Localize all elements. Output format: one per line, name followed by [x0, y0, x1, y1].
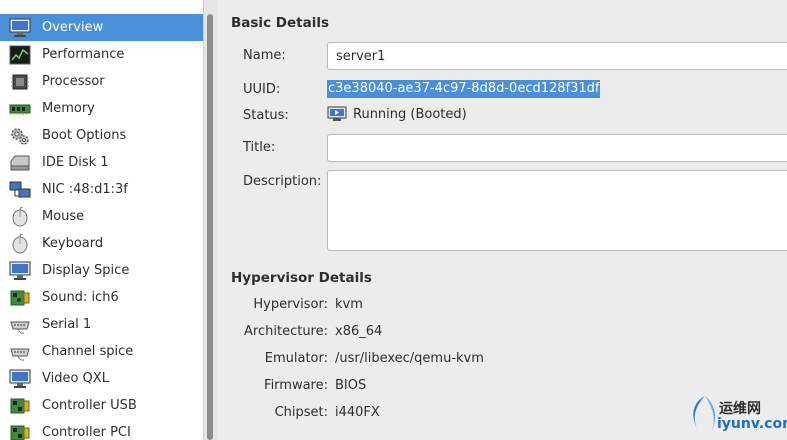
- chipset-label: Chipset:: [274, 405, 328, 420]
- sidebar-item-sound[interactable]: Sound: ich6: [0, 284, 203, 311]
- gears-icon: [8, 125, 32, 147]
- display-icon: [8, 260, 32, 282]
- firmware-label: Firmware:: [264, 378, 328, 393]
- name-label: Name:: [243, 48, 286, 63]
- name-input-value: server1: [336, 48, 386, 64]
- controller-card-icon: [8, 422, 32, 440]
- sidebar-scrollbar[interactable]: [203, 0, 217, 440]
- hard-disk-icon: [8, 152, 32, 174]
- sidebar-item-memory[interactable]: Memory: [0, 95, 203, 122]
- basic-details-title: Basic Details: [231, 15, 329, 31]
- uuid-label: UUID:: [243, 82, 281, 97]
- sidebar-item-processor[interactable]: Processor: [0, 68, 203, 95]
- description-textarea[interactable]: [327, 170, 787, 251]
- hypervisor-details-title: Hypervisor Details: [231, 270, 372, 286]
- description-label: Description:: [243, 174, 322, 189]
- keyboard-icon: [8, 233, 32, 255]
- hardware-list: Overview Performance Processor Memory Bo…: [0, 0, 203, 440]
- watermark-en-text: iyunv.com: [717, 416, 787, 432]
- sound-card-icon: [8, 287, 32, 309]
- cpu-chip-icon: [8, 71, 32, 93]
- performance-graph-icon: [8, 44, 32, 66]
- video-card-icon: [8, 368, 32, 390]
- sidebar-item-keyboard[interactable]: Keyboard: [0, 230, 203, 257]
- sidebar-item-performance[interactable]: Performance: [0, 41, 203, 68]
- sidebar-item-nic[interactable]: NIC :48:d1:3f: [0, 176, 203, 203]
- emulator-label: Emulator:: [264, 351, 328, 366]
- name-input[interactable]: server1: [327, 42, 787, 70]
- sidebar-item-serial[interactable]: Serial 1: [0, 311, 203, 338]
- sidebar-item-channel-spice[interactable]: Channel spice: [0, 338, 203, 365]
- sidebar-item-overview[interactable]: Overview: [0, 14, 203, 41]
- status-value: Running (Booted): [353, 106, 467, 122]
- status-indicator: Running (Booted): [327, 106, 467, 122]
- mouse-icon: [8, 206, 32, 228]
- architecture-value: x86_64: [335, 324, 383, 339]
- serial-port-icon: [8, 314, 32, 336]
- watermark: 运维网 iyunv.com: [685, 392, 787, 438]
- monitor-icon: [8, 17, 32, 39]
- sidebar-item-ide-disk[interactable]: IDE Disk 1: [0, 149, 203, 176]
- emulator-value: /usr/libexec/qemu-kvm: [335, 351, 484, 366]
- channel-icon: [8, 341, 32, 363]
- chipset-value: i440FX: [335, 405, 380, 420]
- memory-stick-icon: [8, 98, 32, 120]
- sidebar-item-controller-pci[interactable]: Controller PCI: [0, 419, 203, 440]
- hypervisor-label: Hypervisor:: [253, 297, 328, 312]
- sidebar-item-mouse[interactable]: Mouse: [0, 203, 203, 230]
- firmware-value: BIOS: [335, 378, 367, 393]
- network-icon: [8, 179, 32, 201]
- sidebar-item-boot-options[interactable]: Boot Options: [0, 122, 203, 149]
- sidebar-item-controller-usb[interactable]: Controller USB: [0, 392, 203, 419]
- sidebar-item-video-qxl[interactable]: Video QXL: [0, 365, 203, 392]
- watermark-cn-text: 运维网: [719, 401, 761, 417]
- title-input[interactable]: [327, 134, 787, 162]
- hypervisor-value: kvm: [335, 297, 363, 312]
- scrollbar-thumb[interactable]: [207, 14, 213, 440]
- running-vm-icon: [327, 106, 347, 121]
- title-label: Title:: [243, 140, 276, 155]
- controller-card-icon: [8, 395, 32, 417]
- uuid-value[interactable]: c3e38040-ae37-4c97-8d8d-0ecd128f31df: [327, 80, 601, 98]
- sidebar-item-display-spice[interactable]: Display Spice: [0, 257, 203, 284]
- status-label: Status:: [243, 108, 289, 123]
- architecture-label: Architecture:: [244, 324, 328, 339]
